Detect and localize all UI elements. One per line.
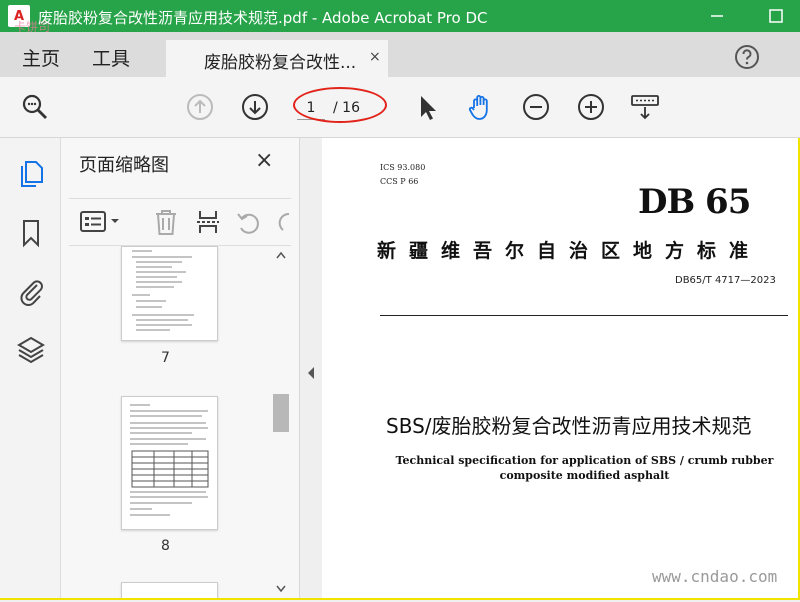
doc-standard-code: DB65/T 4717—2023 <box>675 275 776 286</box>
thumbnail-page-9[interactable] <box>121 582 218 598</box>
scrollbar-track <box>273 251 289 593</box>
keyboard-scroll-icon[interactable] <box>630 92 660 122</box>
thumbnail-list: 7 8 <box>61 246 271 598</box>
help-icon[interactable] <box>734 44 760 70</box>
next-page-icon[interactable] <box>240 92 270 122</box>
doc-english-line-1: Technical specification for application … <box>395 454 774 467</box>
panel-collapse-handle[interactable] <box>300 138 321 598</box>
document-tab-close-button[interactable]: × <box>369 49 381 65</box>
previous-page-icon[interactable] <box>185 92 215 122</box>
extract-pages-icon[interactable] <box>195 208 221 236</box>
thumbnail-page-7[interactable] <box>121 246 218 341</box>
page-8-preview <box>130 404 209 516</box>
document-view: ICS 93.080 CCS P 66 DB 65 新疆维吾尔自治区地方标准 D… <box>322 138 798 598</box>
doc-english-title: Technical specification for application … <box>382 453 787 483</box>
document-tab-label: 废胎胶粉复合改性... <box>204 53 357 73</box>
panel-close-button[interactable]: × <box>255 148 273 173</box>
doc-ics: ICS 93.080 <box>380 163 426 172</box>
select-cursor-icon[interactable] <box>412 92 442 122</box>
main-toolbar: 1 / 16 <box>0 77 800 138</box>
thumbnail-options-icon[interactable] <box>79 209 127 235</box>
menu-tab-row: 主页 工具 <box>0 32 800 77</box>
attachments-icon[interactable] <box>16 276 46 306</box>
hand-tool-icon[interactable] <box>466 92 496 122</box>
zoom-out-icon[interactable] <box>521 92 551 122</box>
rotate-clockwise-icon[interactable] <box>275 208 291 236</box>
document-tab[interactable]: 废胎胶粉复合改性... × <box>166 40 388 77</box>
page-7-preview <box>132 250 194 331</box>
panel-toolbar <box>69 198 291 246</box>
page-highlight-circle <box>293 87 387 123</box>
rotate-counterclockwise-icon[interactable] <box>235 208 263 236</box>
zoom-in-icon[interactable] <box>576 92 606 122</box>
maximize-icon <box>769 9 783 23</box>
collapse-arrow-icon <box>308 367 314 379</box>
thumbnail-panel: 页面缩略图 × 7 8 <box>61 138 300 598</box>
bookmarks-icon[interactable] <box>16 218 46 248</box>
window-title: 废胎胶粉复合改性沥青应用技术规范.pdf - Adobe Acrobat Pro… <box>38 9 488 27</box>
doc-standard-title: 新疆维吾尔自治区地方标准 <box>377 240 762 262</box>
minimize-icon <box>711 15 723 17</box>
doc-title: SBS/废胎胶粉复合改性沥青应用技术规范 <box>386 414 752 438</box>
layers-icon[interactable] <box>16 334 46 364</box>
minimize-button[interactable] <box>707 6 727 26</box>
site-watermark: www.cndao.com <box>652 567 778 586</box>
thumbnail-label-8: 8 <box>161 538 170 554</box>
thumbnail-label-7: 7 <box>161 350 170 366</box>
menu-tools[interactable]: 工具 <box>92 44 130 71</box>
title-bar: A 卡饼司 废胎胶粉复合改性沥青应用技术规范.pdf - Adobe Acrob… <box>0 0 800 34</box>
panel-title: 页面缩略图 <box>79 155 169 176</box>
doc-ccs: CCS P 66 <box>380 177 419 186</box>
thumbnail-page-8[interactable] <box>121 396 218 530</box>
maximize-button[interactable] <box>766 6 786 26</box>
zoom-search-icon[interactable] <box>20 92 50 122</box>
thumbnail-scrollbar[interactable] <box>271 246 291 598</box>
page-thumbnails-icon[interactable] <box>16 158 46 188</box>
delete-icon[interactable] <box>153 208 179 236</box>
doc-divider <box>380 315 788 316</box>
menu-home[interactable]: 主页 <box>22 44 60 71</box>
left-navigation <box>0 138 61 598</box>
doc-logo: DB 65 <box>638 182 751 222</box>
doc-english-line-2: composite modified asphalt <box>499 469 670 482</box>
